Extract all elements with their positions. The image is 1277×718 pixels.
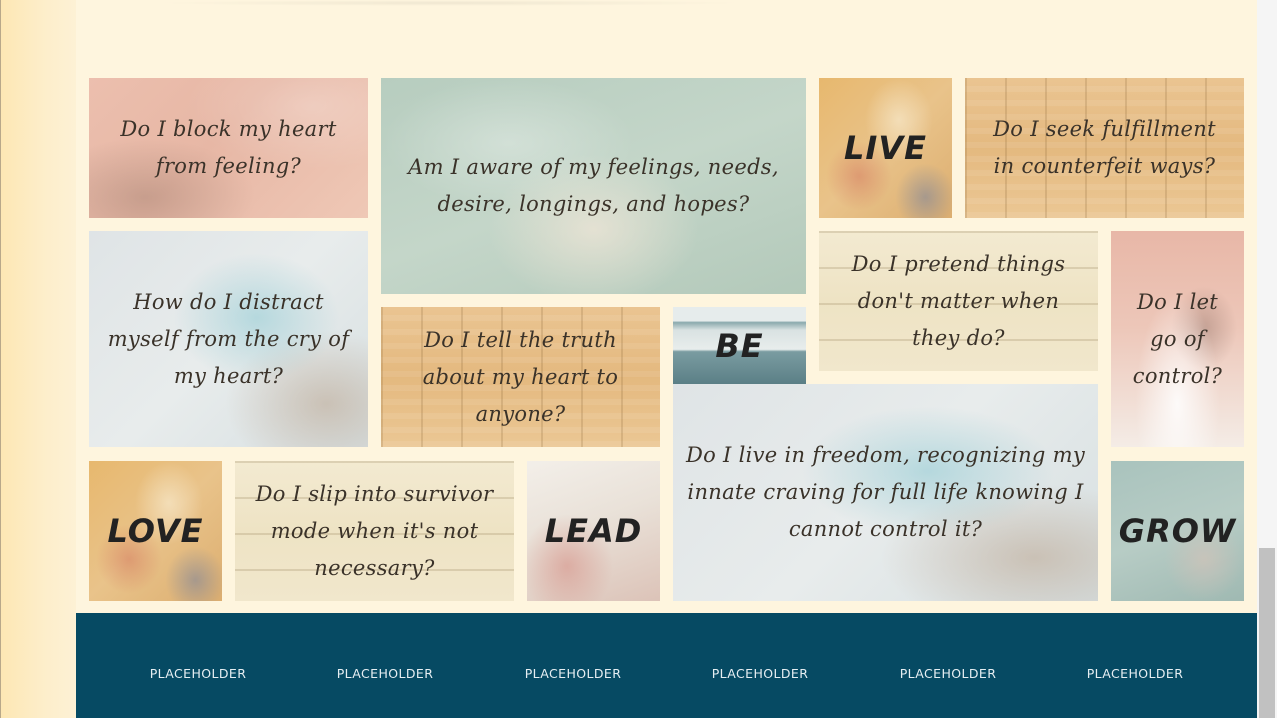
tile-question-text: Do I slip into survivor mode when it's n… — [255, 481, 494, 580]
tile-aware-of-feelings[interactable]: Am I aware of my feelings, needs, desire… — [381, 78, 806, 294]
scrollbar-thumb[interactable] — [1259, 548, 1275, 718]
tile-word-text: GROW — [1118, 512, 1237, 550]
tile-question-text: How do I distract myself from the cry of… — [107, 289, 350, 388]
tile-distract-myself[interactable]: How do I distract myself from the cry of… — [89, 231, 368, 447]
tile-word-grow[interactable]: GROW — [1111, 461, 1244, 601]
top-section-shadow — [150, 0, 750, 6]
tile-question-text: Do I block my heart from feeling? — [120, 117, 337, 178]
tile-word-live[interactable]: LIVE — [819, 78, 952, 218]
tile-pretend-things[interactable]: Do I pretend things don't matter when th… — [819, 231, 1098, 371]
tile-question-text: Do I live in freedom, recognizing my inn… — [685, 443, 1085, 541]
tile-question-text: Am I aware of my feelings, needs, desire… — [408, 155, 779, 216]
tile-question-text: Do I seek fulfillment in counterfeit way… — [993, 117, 1216, 178]
tile-live-in-freedom[interactable]: Do I live in freedom, recognizing my inn… — [673, 384, 1098, 601]
tile-word-be[interactable]: BE — [673, 307, 806, 384]
tile-word-text: LIVE — [844, 129, 927, 167]
tile-word-text: LOVE — [107, 512, 204, 550]
tile-word-lead[interactable]: LEAD — [527, 461, 660, 601]
tile-question-text: Do I pretend things don't matter when th… — [851, 251, 1066, 350]
tile-question-text: Do I let go of control? — [1132, 289, 1223, 388]
footer-link-2[interactable]: PLACEHOLDER — [315, 666, 455, 681]
footer-link-5[interactable]: PLACEHOLDER — [878, 666, 1018, 681]
tile-block-heart[interactable]: Do I block my heart from feeling? — [89, 78, 368, 218]
tile-let-go[interactable]: Do I let go of control? — [1111, 231, 1244, 447]
tile-seek-fulfillment[interactable]: Do I seek fulfillment in counterfeit way… — [965, 78, 1244, 218]
footer-link-4[interactable]: PLACEHOLDER — [690, 666, 830, 681]
tile-question-text: Do I tell the truth about my heart to an… — [422, 327, 619, 426]
footer-link-1[interactable]: PLACEHOLDER — [128, 666, 268, 681]
footer-link-3[interactable]: PLACEHOLDER — [503, 666, 643, 681]
tile-word-love[interactable]: LOVE — [89, 461, 222, 601]
tile-tell-truth[interactable]: Do I tell the truth about my heart to an… — [381, 307, 660, 447]
tile-survivor-mode[interactable]: Do I slip into survivor mode when it's n… — [235, 461, 514, 601]
left-sidebar-rail — [0, 0, 76, 718]
footer-link-6[interactable]: PLACEHOLDER — [1065, 666, 1205, 681]
tile-word-text: BE — [715, 326, 764, 365]
tile-word-text: LEAD — [544, 512, 643, 550]
